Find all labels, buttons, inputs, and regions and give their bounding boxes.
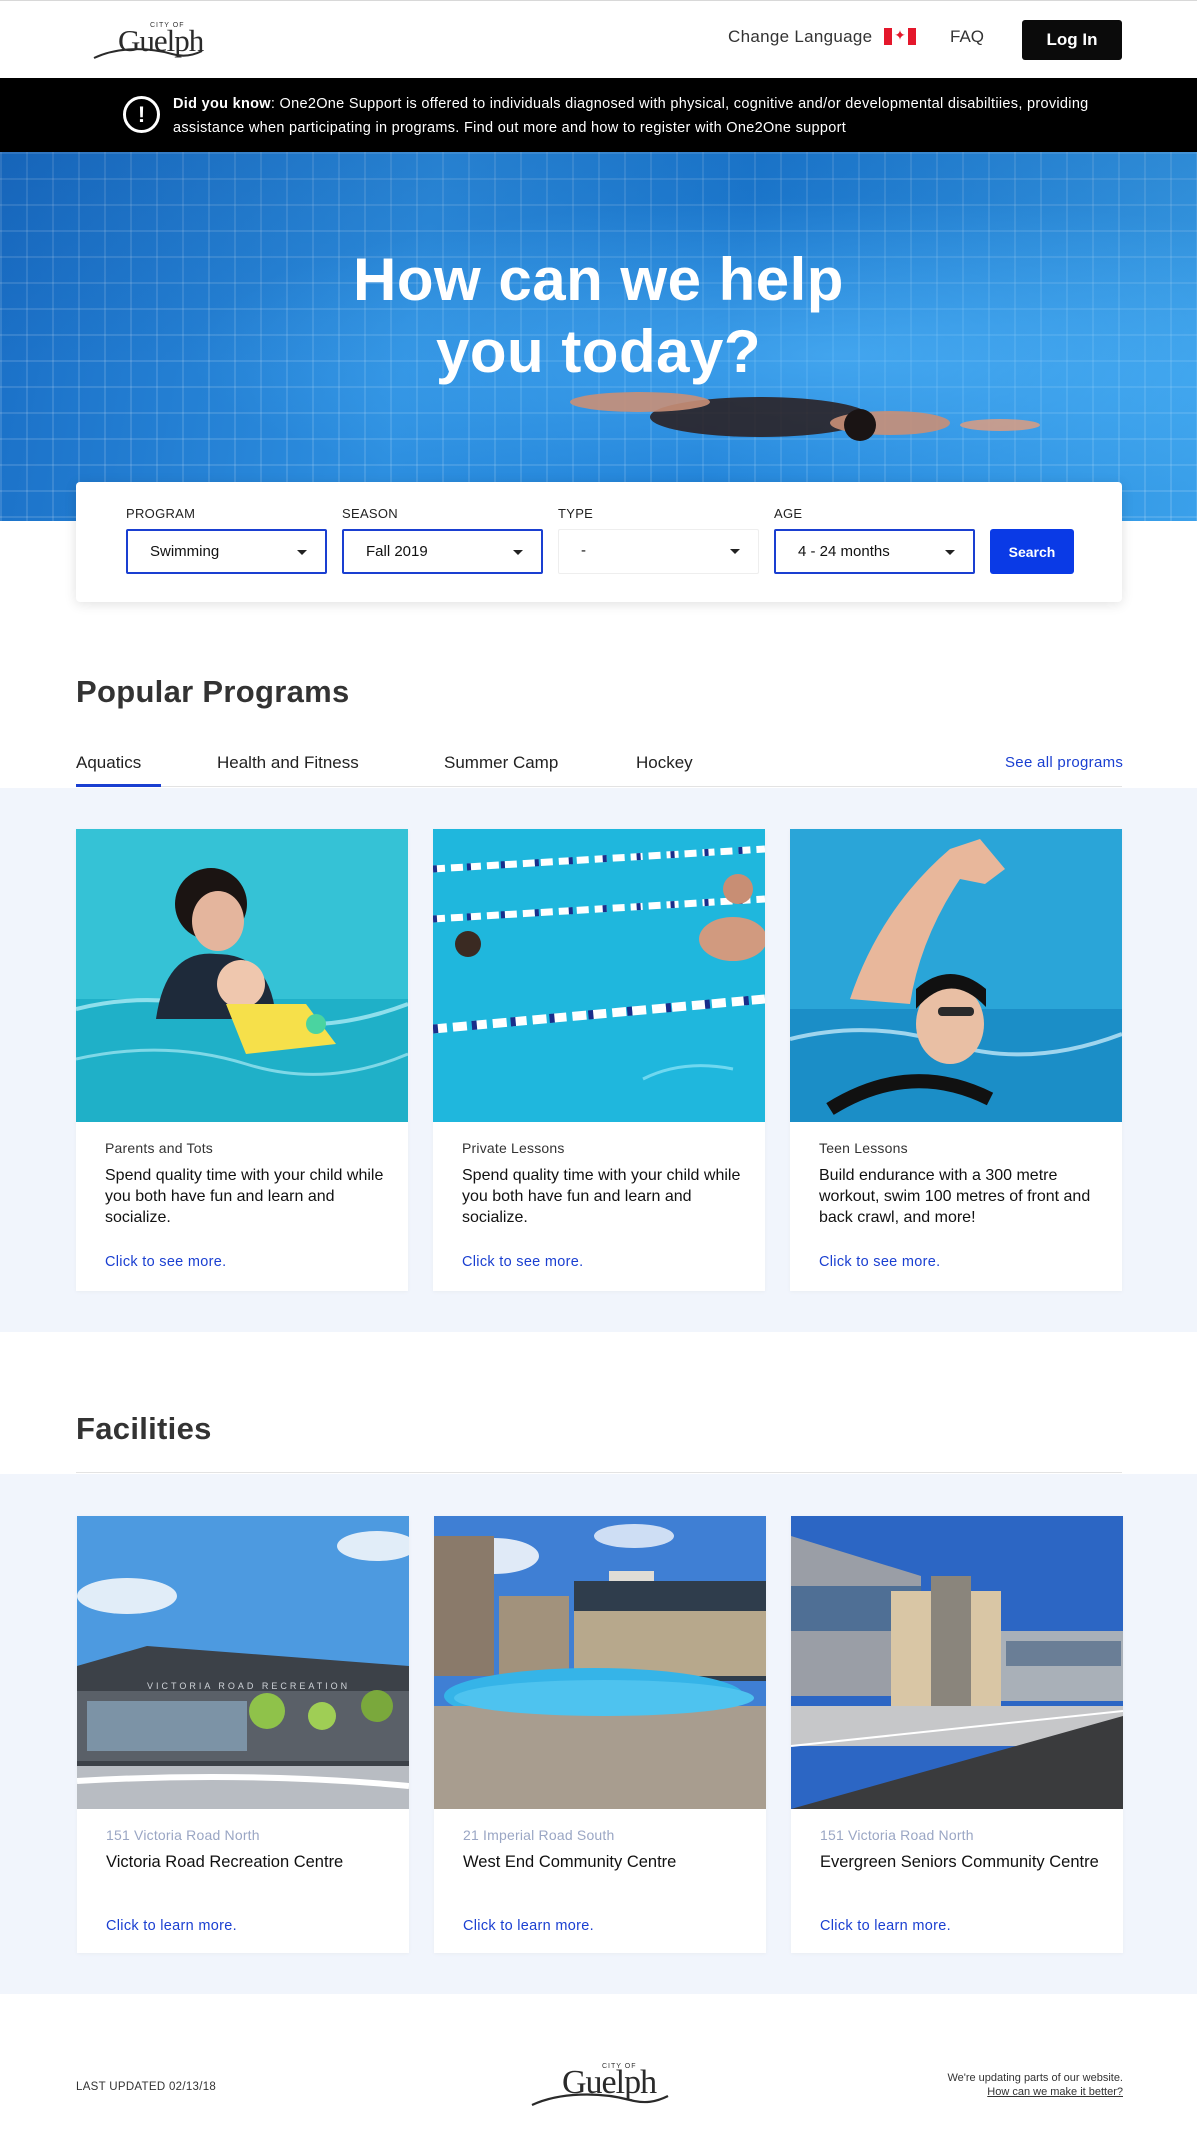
footer-note-text: We're updating parts of our website. bbox=[947, 2072, 1123, 2084]
popular-programs-title: Popular Programs bbox=[76, 674, 350, 709]
age-label: AGE bbox=[774, 506, 803, 521]
footer-feedback: We're updating parts of our website. How… bbox=[947, 2071, 1123, 2099]
facilities-title: Facilities bbox=[76, 1411, 212, 1446]
facility-more-link[interactable]: Click to learn more. bbox=[106, 1918, 237, 1934]
program-card-kicker: Private Lessons bbox=[462, 1140, 565, 1156]
program-card-kicker: Parents and Tots bbox=[105, 1140, 214, 1156]
see-all-programs-link[interactable]: See all programs bbox=[1005, 754, 1123, 771]
facility-card-evergreen[interactable]: 151 Victoria Road North Evergreen Senior… bbox=[791, 1516, 1123, 1953]
logo-swoosh-icon bbox=[93, 48, 203, 59]
facility-more-link[interactable]: Click to learn more. bbox=[463, 1918, 594, 1934]
evergreen-image bbox=[791, 1516, 1123, 1809]
facility-address: 151 Victoria Road North bbox=[820, 1827, 974, 1843]
victoria-road-image: VICTORIA ROAD RECREATION bbox=[77, 1516, 409, 1809]
tabs-divider bbox=[76, 786, 1122, 787]
facility-more-link[interactable]: Click to learn more. bbox=[820, 1918, 951, 1934]
search-button[interactable]: Search bbox=[990, 529, 1074, 574]
caret-down-icon bbox=[513, 550, 523, 555]
type-select-value: - bbox=[581, 542, 586, 559]
building-sign-text: VICTORIA ROAD RECREATION bbox=[147, 1681, 350, 1691]
logo-swoosh-icon bbox=[531, 2093, 669, 2106]
exclamation-icon: ! bbox=[123, 96, 160, 133]
footer-city-logo[interactable]: CITY OF Guelph bbox=[530, 2060, 670, 2110]
tab-aquatics[interactable]: Aquatics bbox=[76, 753, 141, 773]
feedback-link[interactable]: How can we make it better? bbox=[947, 2085, 1123, 2099]
notice-lead: Did you know bbox=[173, 96, 271, 112]
private-lessons-image bbox=[433, 829, 765, 1122]
hero-title-line2: you today? bbox=[435, 318, 761, 385]
canada-flag-icon[interactable]: ✦ bbox=[884, 27, 916, 45]
program-card-teen-lessons[interactable]: Teen Lessons Build endurance with a 300 … bbox=[790, 829, 1122, 1291]
caret-down-icon bbox=[297, 550, 307, 555]
program-card-more-link[interactable]: Click to see more. bbox=[105, 1254, 226, 1270]
program-card-more-link[interactable]: Click to see more. bbox=[819, 1254, 940, 1270]
notice-body[interactable]: : One2One Support is offered to individu… bbox=[173, 96, 1089, 136]
last-updated-text: LAST UPDATED 02/13/18 bbox=[76, 2081, 217, 2093]
active-tab-indicator bbox=[76, 784, 161, 787]
tab-health-fitness[interactable]: Health and Fitness bbox=[217, 753, 359, 773]
facility-card-victoria-road[interactable]: VICTORIA ROAD RECREATION 151 Victoria Ro… bbox=[77, 1516, 409, 1953]
program-select-value: Swimming bbox=[150, 543, 220, 560]
login-button[interactable]: Log In bbox=[1022, 20, 1122, 60]
caret-down-icon bbox=[945, 550, 955, 555]
facility-name: Evergreen Seniors Community Centre bbox=[820, 1853, 1099, 1871]
program-card-parents-tots[interactable]: Parents and Tots Spend quality time with… bbox=[76, 829, 408, 1291]
tab-hockey[interactable]: Hockey bbox=[636, 753, 693, 773]
program-select[interactable]: Swimming bbox=[126, 529, 327, 574]
type-select[interactable]: - bbox=[558, 529, 759, 574]
program-card-description: Build endurance with a 300 metre workout… bbox=[819, 1167, 1091, 1226]
city-logo[interactable]: CITY OF Guelph bbox=[92, 19, 204, 61]
site-header: CITY OF Guelph Change Language ✦ FAQ Log… bbox=[0, 1, 1197, 78]
program-card-more-link[interactable]: Click to see more. bbox=[462, 1254, 583, 1270]
facility-address: 21 Imperial Road South bbox=[463, 1827, 615, 1843]
age-select[interactable]: 4 - 24 months bbox=[774, 529, 975, 574]
facility-name: West End Community Centre bbox=[463, 1853, 677, 1871]
teen-lessons-image bbox=[790, 829, 1122, 1122]
notice-banner: ! Did you know: One2One Support is offer… bbox=[0, 78, 1197, 152]
season-select-value: Fall 2019 bbox=[366, 543, 428, 560]
hero-title-line1: How can we help bbox=[353, 246, 844, 313]
faq-link[interactable]: FAQ bbox=[950, 27, 984, 47]
notice-text: Did you know: One2One Support is offered… bbox=[173, 92, 1093, 140]
hero-banner: How can we help you today? bbox=[0, 152, 1197, 521]
program-card-description: Spend quality time with your child while… bbox=[105, 1167, 384, 1226]
facility-address: 151 Victoria Road North bbox=[106, 1827, 260, 1843]
facility-name: Victoria Road Recreation Centre bbox=[106, 1853, 344, 1871]
program-card-private-lessons[interactable]: Private Lessons Spend quality time with … bbox=[433, 829, 765, 1291]
change-language-link[interactable]: Change Language bbox=[728, 27, 872, 47]
season-label: SEASON bbox=[342, 506, 398, 521]
program-card-kicker: Teen Lessons bbox=[819, 1140, 908, 1156]
season-select[interactable]: Fall 2019 bbox=[342, 529, 543, 574]
age-select-value: 4 - 24 months bbox=[798, 543, 890, 560]
program-search-form: PROGRAM Swimming SEASON Fall 2019 TYPE -… bbox=[76, 482, 1122, 602]
program-label: PROGRAM bbox=[126, 506, 196, 521]
facilities-divider bbox=[76, 1472, 1122, 1473]
caret-down-icon bbox=[730, 549, 740, 554]
facility-card-west-end[interactable]: 21 Imperial Road South West End Communit… bbox=[434, 1516, 766, 1953]
west-end-image bbox=[434, 1516, 766, 1809]
type-label: TYPE bbox=[558, 506, 594, 521]
program-card-description: Spend quality time with your child while… bbox=[462, 1167, 741, 1226]
parents-tots-image bbox=[76, 829, 408, 1122]
tab-summer-camp[interactable]: Summer Camp bbox=[444, 753, 558, 773]
hero-title: How can we help you today? bbox=[0, 244, 1197, 388]
